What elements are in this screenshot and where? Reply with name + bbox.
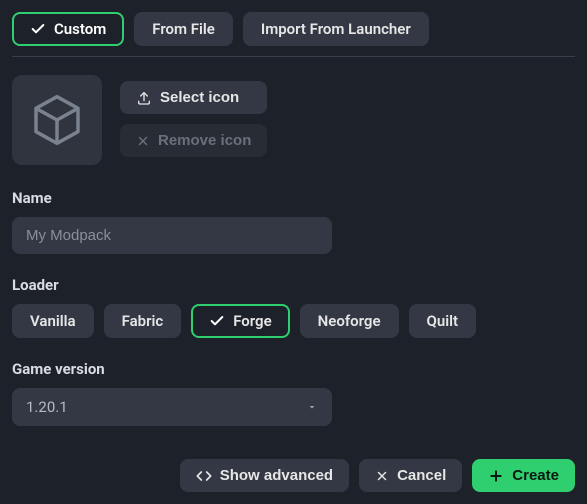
loader-quilt[interactable]: Quilt — [409, 304, 477, 338]
name-input[interactable] — [12, 217, 332, 254]
button-label: Select icon — [160, 89, 239, 106]
tab-custom[interactable]: Custom — [12, 12, 124, 46]
icon-section: Select icon Remove icon — [12, 75, 575, 165]
loader-label: Loader — [12, 276, 575, 294]
upload-icon — [136, 90, 152, 106]
check-icon — [30, 21, 46, 37]
loader-vanilla[interactable]: Vanilla — [12, 304, 94, 338]
button-label: Remove icon — [158, 132, 251, 149]
cube-icon — [29, 92, 85, 148]
source-tabs: Custom From File Import From Launcher — [12, 12, 575, 46]
pill-label: Quilt — [427, 312, 459, 330]
code-icon — [196, 468, 212, 484]
tab-label: From File — [152, 20, 215, 38]
pill-label: Neoforge — [318, 312, 381, 330]
remove-icon-button: Remove icon — [120, 124, 267, 157]
pill-label: Forge — [233, 312, 271, 330]
tab-label: Custom — [54, 20, 106, 38]
close-icon — [136, 134, 150, 148]
tab-label: Import From Launcher — [261, 20, 411, 38]
select-icon-button[interactable]: Select icon — [120, 81, 267, 114]
pill-label: Fabric — [122, 312, 164, 330]
name-section: Name — [12, 189, 575, 254]
version-label: Game version — [12, 360, 575, 378]
check-icon — [209, 313, 225, 329]
version-value: 1.20.1 — [26, 398, 68, 416]
button-label: Create — [512, 467, 559, 484]
loader-neoforge[interactable]: Neoforge — [300, 304, 399, 338]
loader-options: Vanilla Fabric Forge Neoforge Quilt — [12, 304, 575, 338]
version-select[interactable]: 1.20.1 — [12, 388, 332, 426]
loader-forge[interactable]: Forge — [191, 304, 289, 338]
divider — [12, 56, 575, 57]
tab-import-launcher[interactable]: Import From Launcher — [243, 12, 429, 46]
plus-icon — [488, 468, 504, 484]
pill-label: Vanilla — [30, 312, 76, 330]
close-icon — [375, 469, 389, 483]
icon-preview — [12, 75, 102, 165]
loader-fabric[interactable]: Fabric — [104, 304, 182, 338]
show-advanced-button[interactable]: Show advanced — [180, 459, 349, 492]
create-button[interactable]: Create — [472, 459, 575, 492]
footer-actions: Show advanced Cancel Create — [180, 459, 575, 492]
cancel-button[interactable]: Cancel — [359, 459, 462, 492]
name-label: Name — [12, 189, 575, 207]
chevron-down-icon — [306, 401, 318, 413]
button-label: Cancel — [397, 467, 446, 484]
version-section: Game version 1.20.1 — [12, 360, 575, 426]
tab-from-file[interactable]: From File — [134, 12, 233, 46]
button-label: Show advanced — [220, 467, 333, 484]
icon-buttons: Select icon Remove icon — [120, 75, 267, 157]
loader-section: Loader Vanilla Fabric Forge Neoforge Qui… — [12, 276, 575, 338]
